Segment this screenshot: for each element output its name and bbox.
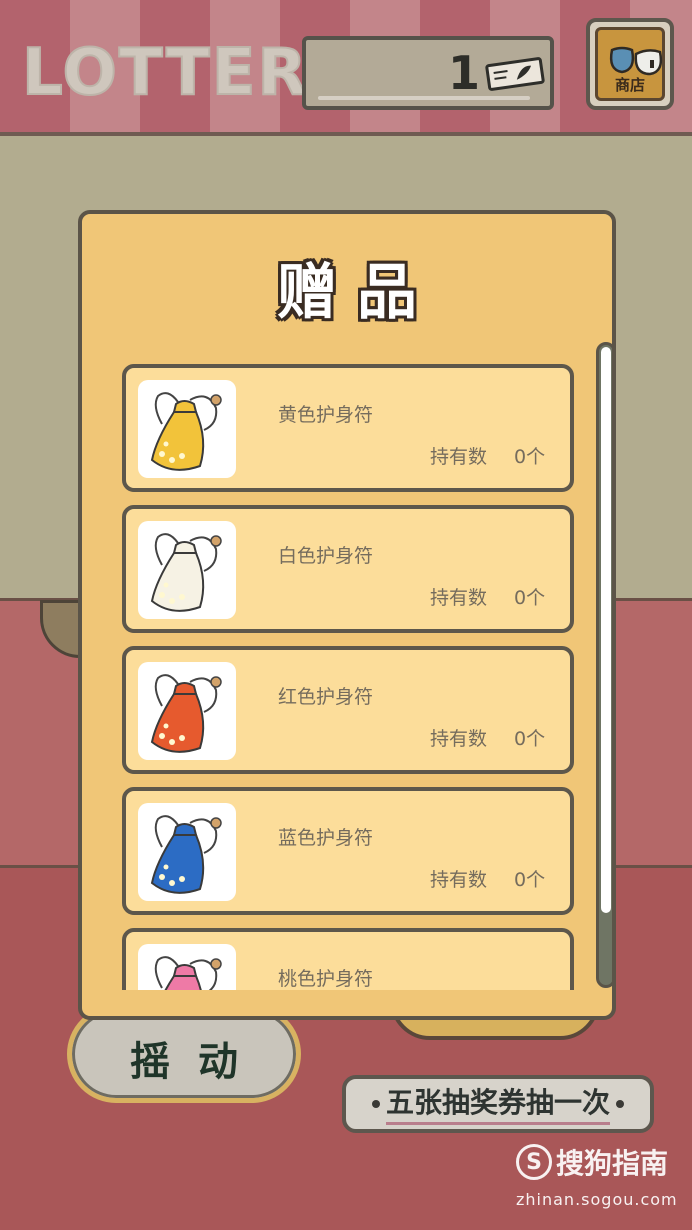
gift-item[interactable]: 白色护身符持有数 0个 [122, 505, 574, 633]
ticket-underline [318, 96, 530, 100]
amulet-icon [138, 662, 236, 760]
gift-item[interactable]: 桃色护身符持有数0个 [122, 928, 574, 990]
shake-label: 摇动 [130, 1039, 266, 1085]
gift-name: 红色护身符 [278, 686, 374, 708]
held-count-label: 持有数 [430, 587, 488, 609]
watermark-logo-row: S 搜狗指南 [516, 1142, 676, 1182]
watermark-brand: 搜狗指南 [556, 1147, 669, 1180]
ticket-icon [485, 57, 545, 91]
shop-bags-icon [609, 46, 663, 76]
amulet-icon [138, 944, 236, 990]
scrollbar[interactable] [596, 342, 612, 988]
gift-item[interactable]: 黄色护身符持有数 0个 [122, 364, 574, 492]
dot-right [616, 1100, 624, 1108]
gift-name: 桃色护身符 [278, 968, 374, 990]
gift-item[interactable]: 蓝色护身符持有数 0个 [122, 787, 574, 915]
gift-item[interactable]: 红色护身符持有数 0个 [122, 646, 574, 774]
gift-panel: 赠品 黄色护身符 持有数 0个 白色护身符 持有数 0个 红色护身符 持有数 0个 蓝色护身符 持有… [78, 210, 616, 1020]
shop-button[interactable]: 商店 [586, 18, 674, 110]
amulet-icon [138, 380, 236, 478]
ticket-counter: 1 [302, 36, 554, 110]
held-count-value: 0个 [514, 587, 546, 609]
held-count-label: 持有数 [430, 728, 488, 750]
watermark-url: zhinan.sogou.com [516, 1190, 678, 1209]
gift-name: 黄色护身符 [278, 404, 374, 426]
gift-name: 白色护身符 [278, 545, 374, 567]
amulet-icon [138, 803, 236, 901]
held-count-value: 0个 [514, 446, 546, 468]
scrollbar-thumb[interactable] [601, 347, 611, 913]
gift-name: 蓝色护身符 [278, 827, 374, 849]
draw-cost-text: 五张抽奖券抽一次 [385, 1084, 610, 1125]
held-count-value: 0个 [514, 728, 546, 750]
amulet-icon [138, 521, 236, 619]
watermark: S 搜狗指南 zhinan.sogou.com [516, 1142, 678, 1209]
ticket-count: 1 [447, 46, 480, 100]
sogou-logo-icon: S [516, 1144, 552, 1180]
panel-title: 赠品 [277, 258, 437, 328]
held-count-label: 持有数 [430, 869, 488, 891]
dot-left [371, 1100, 380, 1108]
shop-label: 商店 [614, 76, 645, 94]
held-count-value: 0个 [514, 869, 546, 891]
gift-list[interactable]: 黄色护身符 持有数 0个 白色护身符 持有数 0个 红色护身符 持有数 0个 蓝色护身符 持有数 0个… [120, 362, 580, 990]
shop-button-face: 商店 [595, 27, 665, 101]
held-count-label: 持有数 [430, 446, 488, 468]
draw-cost-label: 五张抽奖券抽一次 [342, 1075, 654, 1133]
